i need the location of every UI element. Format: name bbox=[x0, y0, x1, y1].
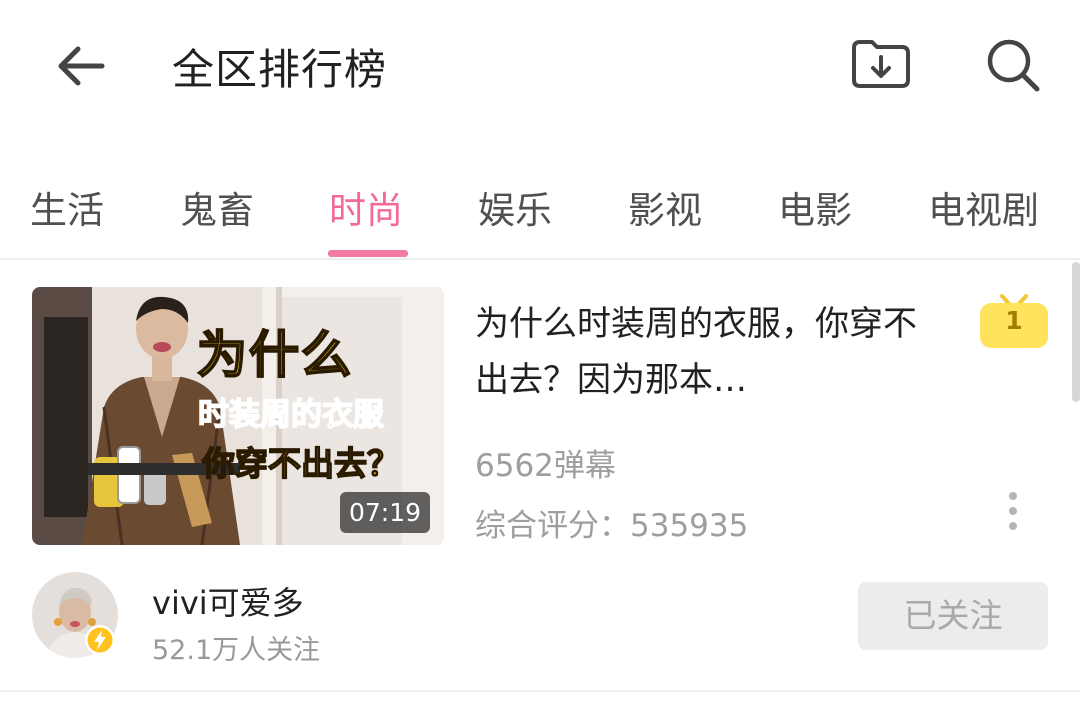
rank-badge: 1 bbox=[978, 286, 1050, 350]
follower-count: 52.1万人关注 bbox=[152, 635, 321, 666]
verified-badge bbox=[84, 624, 116, 656]
video-thumbnail[interactable]: 为什么 时装周的衣服 你穿不出去？ 07:19 bbox=[32, 287, 444, 545]
tab-life[interactable]: 生活 bbox=[30, 180, 104, 234]
search-button[interactable] bbox=[984, 36, 1042, 94]
tab-movies[interactable]: 电影 bbox=[778, 180, 852, 234]
tab-kichiku[interactable]: 鬼畜 bbox=[180, 180, 254, 234]
ranking-page: 全区排行榜 生活 鬼畜 时尚 娱乐 影视 电影 电视剧 为什么 时装周的衣服 你… bbox=[0, 0, 1080, 714]
tab-film-tv[interactable]: 影视 bbox=[628, 180, 702, 234]
video-title[interactable]: 为什么时装周的衣服，你穿不出去？因为那本… bbox=[475, 296, 935, 408]
more-options-button[interactable] bbox=[1000, 492, 1026, 532]
scrollbar[interactable] bbox=[1072, 262, 1080, 402]
thumbnail-caption-line2: 时装周的衣服 bbox=[197, 396, 385, 434]
top-bar: 全区排行榜 bbox=[0, 0, 1080, 130]
back-button[interactable] bbox=[52, 38, 108, 94]
thumbnail-caption-line1: 为什么 bbox=[196, 325, 353, 385]
video-duration: 07:19 bbox=[339, 492, 430, 533]
tabs-divider bbox=[0, 258, 1080, 260]
lightning-icon bbox=[85, 625, 115, 655]
follow-button[interactable]: 已关注 bbox=[858, 582, 1048, 650]
download-icon bbox=[852, 40, 910, 88]
category-tabs: 生活 鬼畜 时尚 娱乐 影视 电影 电视剧 bbox=[0, 170, 1080, 258]
item-divider bbox=[0, 690, 1080, 692]
author-name[interactable]: vivi可爱多 bbox=[152, 578, 304, 624]
danmaku-count: 6562弹幕 bbox=[475, 448, 616, 484]
search-icon bbox=[987, 39, 1040, 92]
rank-number: 1 bbox=[1005, 306, 1023, 335]
back-arrow-icon bbox=[58, 46, 105, 86]
overall-score: 综合评分：535935 bbox=[475, 508, 749, 544]
tab-fashion[interactable]: 时尚 bbox=[329, 180, 403, 234]
page-title: 全区排行榜 bbox=[172, 45, 388, 94]
active-tab-indicator bbox=[328, 250, 408, 257]
tab-entertainment[interactable]: 娱乐 bbox=[478, 180, 552, 234]
download-button[interactable] bbox=[850, 36, 912, 92]
thumbnail-caption-line3: 你穿不出去？ bbox=[201, 443, 401, 484]
tab-tv-series[interactable]: 电视剧 bbox=[928, 180, 1039, 234]
